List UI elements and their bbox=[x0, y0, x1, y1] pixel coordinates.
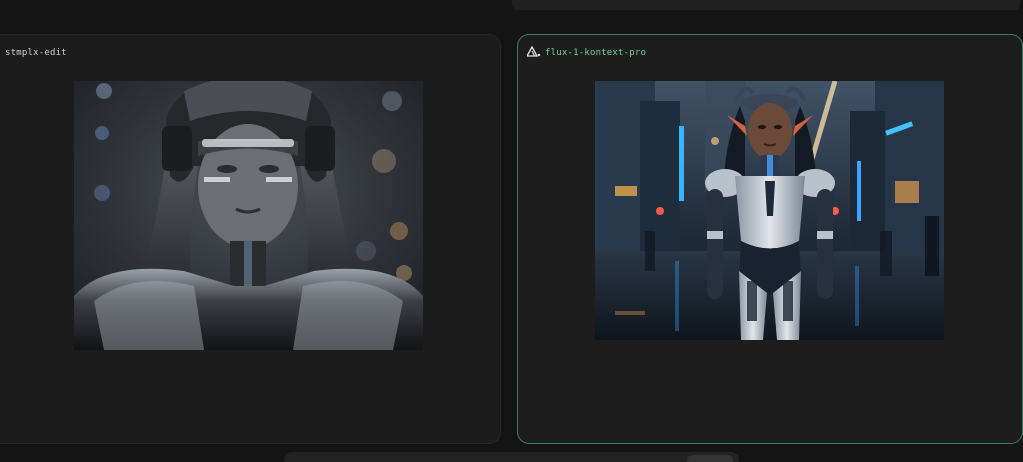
model-label: flux-1-kontext-pro bbox=[545, 48, 647, 58]
generated-image[interactable] bbox=[74, 81, 423, 350]
model-label: stmplx-edit bbox=[5, 48, 67, 58]
result-panel-flux-1-kontext-pro[interactable]: flux-1-kontext-pro bbox=[517, 34, 1023, 444]
top-prompt-bar[interactable] bbox=[512, 0, 1020, 10]
generated-image[interactable] bbox=[595, 81, 944, 340]
result-panel-stmplx-edit[interactable]: stmplx-edit bbox=[0, 34, 501, 444]
bottom-input-bar[interactable] bbox=[284, 452, 739, 462]
bottom-action-button[interactable] bbox=[687, 455, 733, 462]
triangle-logo-icon bbox=[527, 46, 541, 57]
